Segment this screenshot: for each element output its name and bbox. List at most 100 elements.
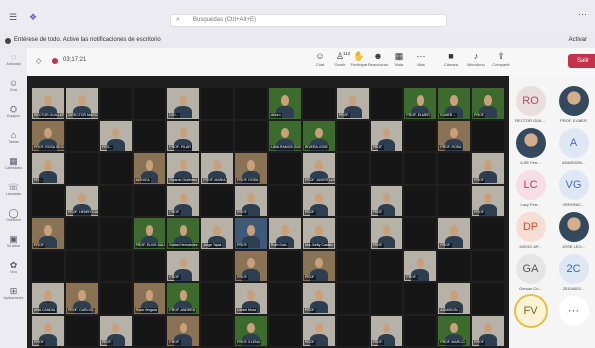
video-tile[interactable]: PROF. <box>472 88 504 119</box>
video-tile[interactable]: PROF. <box>404 250 437 281</box>
video-tile[interactable]: RIVERA JOSE <box>302 120 335 151</box>
video-tile[interactable] <box>336 283 369 314</box>
video-tile[interactable] <box>302 88 335 119</box>
rail-item[interactable]: ⛭ Equipos <box>0 104 27 119</box>
video-tile[interactable]: PROF. <box>370 120 403 151</box>
search-box[interactable]: ⌕ Busquedas (Ctrl+Alt+E) <box>170 14 447 27</box>
video-tile[interactable] <box>404 185 437 216</box>
rail-item[interactable]: ⊞ Aplicaciones <box>0 286 27 301</box>
video-tile[interactable]: PROF. <box>235 250 267 281</box>
video-tile[interactable] <box>65 153 98 184</box>
video-tile[interactable]: PROF. <box>472 185 504 216</box>
video-tile[interactable] <box>269 185 301 216</box>
leave-button[interactable]: Salir <box>568 54 595 68</box>
video-tile[interactable]: PROF. MARIA <box>201 153 234 184</box>
video-tile[interactable] <box>65 250 98 281</box>
toolbar-chat-button[interactable]: ☺ Chat <box>309 51 331 68</box>
video-tile[interactable]: PROF. <box>370 218 403 249</box>
video-tile[interactable]: MONICA <box>133 153 166 184</box>
video-tile[interactable]: Arturo <box>269 88 301 119</box>
participant-avatar-tile[interactable]: VG VERONIC... <box>552 170 595 208</box>
video-tile[interactable]: PROF. <box>99 315 132 346</box>
activate-notifications-button[interactable]: Activar <box>569 37 587 43</box>
video-tile[interactable] <box>269 153 301 184</box>
video-tile[interactable]: DIRECTOR MARCO <box>65 88 98 119</box>
toolbar-reaccionar-button[interactable]: ☻ Reaccionar <box>367 51 389 68</box>
video-tile[interactable] <box>336 315 369 346</box>
video-tile[interactable]: Ruth Soto <box>269 218 301 249</box>
video-tile[interactable] <box>269 283 301 314</box>
video-tile[interactable]: DIO... <box>167 88 200 119</box>
video-tile[interactable]: Daniel Mora <box>235 283 267 314</box>
video-tile[interactable]: PROF. <box>302 315 335 346</box>
toolbar-cámara-button[interactable]: ■ Cámara <box>440 51 462 68</box>
video-tile[interactable] <box>99 88 132 119</box>
participant-avatar-tile[interactable]: PROF. ELMER <box>552 86 595 124</box>
video-tile[interactable]: PROF. PILAR <box>167 120 200 151</box>
video-tile[interactable] <box>201 315 234 346</box>
video-tile[interactable] <box>438 185 471 216</box>
video-tile[interactable]: Rafael Hernández <box>167 218 200 249</box>
video-tile[interactable]: PROF. <box>167 185 200 216</box>
video-tile[interactable] <box>404 283 437 314</box>
video-tile[interactable] <box>404 120 437 151</box>
video-tile[interactable] <box>201 120 234 151</box>
video-tile[interactable] <box>370 250 403 281</box>
video-tile[interactable] <box>404 153 437 184</box>
video-tile[interactable]: PROF. JAVIER LUIS <box>302 153 335 184</box>
video-tile[interactable]: PROF. <box>438 218 471 249</box>
participant-avatar-tile[interactable]: A ADMISION... <box>552 128 595 166</box>
video-tile[interactable] <box>472 218 504 249</box>
video-tile[interactable]: Rosa Vergara <box>133 283 166 314</box>
video-tile[interactable] <box>472 120 504 151</box>
participant-avatar-tile[interactable]: ILSE Ferr... <box>509 128 552 166</box>
video-tile[interactable]: PROF. <box>472 315 504 346</box>
video-tile[interactable] <box>438 153 471 184</box>
video-tile[interactable]: PROF. MARCO <box>438 315 471 346</box>
participant-avatar-tile[interactable]: 2C 25104003... <box>552 254 595 292</box>
video-tile[interactable]: PROF. <box>32 315 64 346</box>
rail-item[interactable]: ▦ Calendario <box>0 156 27 171</box>
video-tile[interactable]: PROF. ELMER <box>404 88 437 119</box>
video-tile[interactable]: ELMER ... <box>438 88 471 119</box>
participant-avatar-tile[interactable]: LC Lucy Ferr... <box>509 170 552 208</box>
video-tile[interactable]: PROF. ROSA <box>438 120 471 151</box>
video-tile[interactable] <box>201 185 234 216</box>
video-tile[interactable] <box>336 250 369 281</box>
rail-item[interactable]: ✿ Viva <box>0 260 27 275</box>
video-tile[interactable]: PROF. CARLOS <box>65 283 98 314</box>
video-tile[interactable]: PROF. <box>32 218 64 249</box>
video-tile[interactable]: PROF. <box>370 185 403 216</box>
menu-icon[interactable]: ☰ <box>9 13 17 22</box>
video-tile[interactable] <box>336 185 369 216</box>
rail-item[interactable]: ☺ Chat <box>0 78 27 93</box>
video-tile[interactable] <box>133 250 166 281</box>
video-tile[interactable] <box>201 250 234 281</box>
video-tile[interactable] <box>201 283 234 314</box>
participant-avatar-tile[interactable]: RO RECTOR GUIL... <box>509 86 552 124</box>
video-tile[interactable] <box>32 250 64 281</box>
video-tile[interactable]: PROF. <box>235 218 267 249</box>
participant-avatar-tile[interactable]: GA Gerson Co... <box>509 254 552 292</box>
video-tile[interactable] <box>269 250 301 281</box>
video-tile[interactable]: ANA CANDIA <box>32 283 64 314</box>
video-tile[interactable] <box>336 120 369 151</box>
video-tile[interactable] <box>133 88 166 119</box>
video-tile[interactable]: PROF. <box>235 185 267 216</box>
rail-item[interactable]: ◌ Actividad <box>0 52 27 67</box>
participant-avatar-tile[interactable]: FV <box>509 296 552 326</box>
video-tile[interactable] <box>99 218 132 249</box>
video-tile[interactable] <box>99 283 132 314</box>
video-tile[interactable]: PROF. ELVIS SALVO <box>133 218 166 249</box>
video-tile[interactable]: PROF. ANDRES <box>167 283 200 314</box>
video-tile[interactable] <box>65 315 98 346</box>
video-tile[interactable] <box>99 153 132 184</box>
video-tile[interactable]: PROF. ELENA <box>235 315 267 346</box>
video-tile[interactable] <box>32 185 64 216</box>
video-tile[interactable] <box>65 120 98 151</box>
video-tile[interactable] <box>235 120 267 151</box>
video-tile[interactable]: PROF. <box>472 153 504 184</box>
toolbar-vista-button[interactable]: ▦ Vista <box>388 51 410 68</box>
video-tile[interactable] <box>201 88 234 119</box>
participant-avatar-tile[interactable]: JOSE LEO... <box>552 212 595 250</box>
